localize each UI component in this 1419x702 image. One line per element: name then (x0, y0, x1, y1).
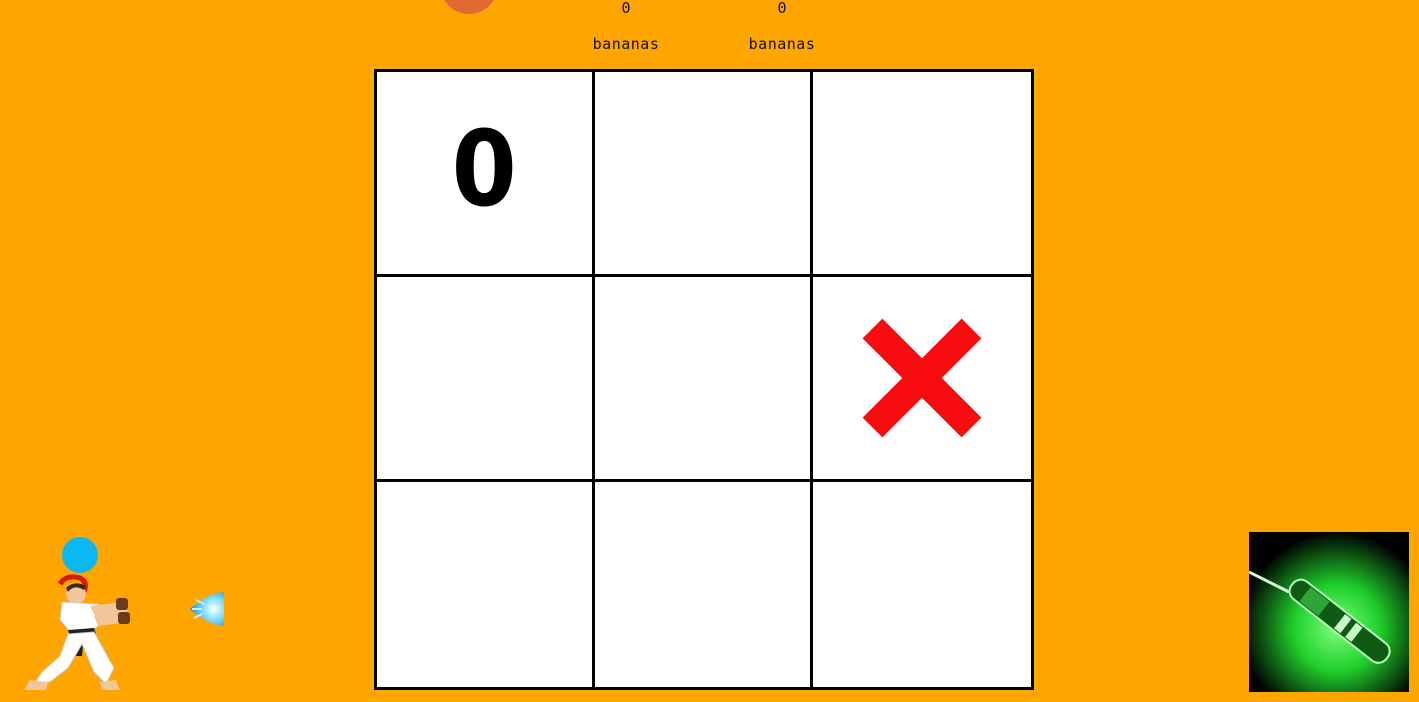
board-cell-1-1[interactable] (595, 277, 813, 482)
mark-o: 0 (451, 108, 518, 230)
score-left-unit: bananas (592, 35, 660, 53)
mark-x (862, 318, 982, 438)
score-player-left: 0 bananas (566, 0, 686, 60)
tic-tac-toe-board: 0 (374, 69, 1034, 690)
fighter-sprite-icon (24, 574, 130, 690)
board-cell-2-1[interactable] (595, 482, 813, 687)
score-right-value: 0 (777, 0, 787, 17)
board-cell-1-2[interactable] (813, 277, 1031, 482)
board-cell-2-2[interactable] (813, 482, 1031, 687)
board-cell-0-0[interactable]: 0 (377, 72, 595, 277)
top-orb-decoration (440, 0, 498, 14)
board-cell-0-1[interactable] (595, 72, 813, 277)
laser-pointer-icon (1249, 532, 1409, 692)
score-left-value: 0 (621, 0, 631, 17)
fireball-icon (190, 592, 224, 626)
score-right-unit: bananas (748, 35, 816, 53)
score-player-right: 0 bananas (722, 0, 842, 60)
player-left-indicator (62, 537, 98, 573)
board-cell-1-0[interactable] (377, 277, 595, 482)
board-cell-2-0[interactable] (377, 482, 595, 687)
board-cell-0-2[interactable] (813, 72, 1031, 277)
